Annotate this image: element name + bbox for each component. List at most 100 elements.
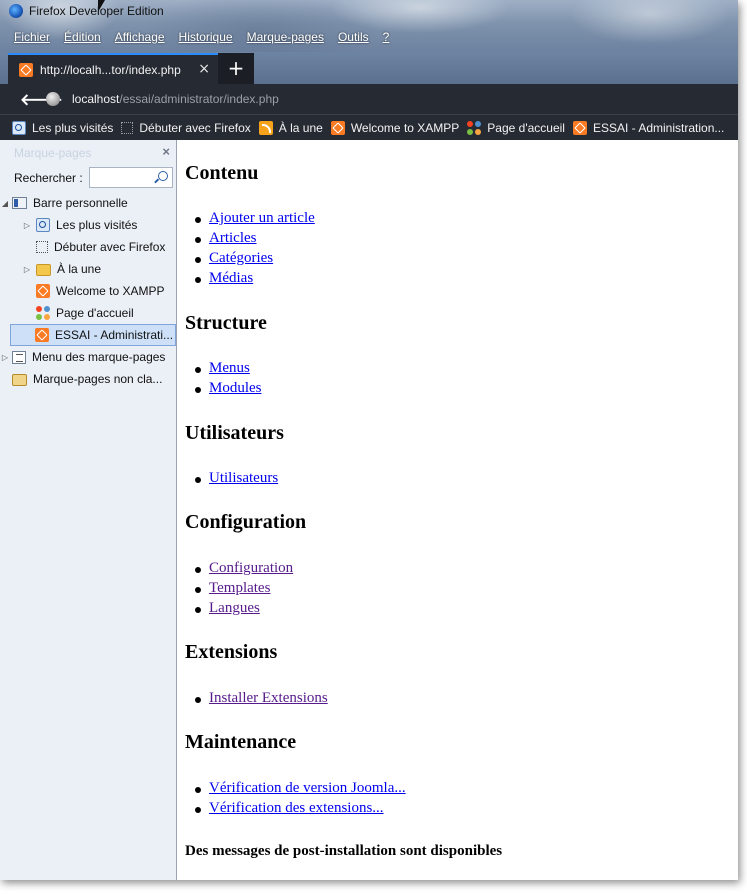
search-label: Rechercher : — [14, 171, 83, 185]
title-bar[interactable]: Firefox Developer Edition Fichier Éditio… — [0, 0, 738, 52]
list-item: Configuration — [194, 560, 293, 580]
list-item: Médias — [195, 270, 315, 290]
bookmark-debuter-avec-firefox[interactable]: Débuter avec Firefox — [121, 121, 251, 135]
list-item: Catégories — [195, 250, 315, 270]
section-list-structure: Menus Modules — [195, 360, 262, 400]
link-verification-version-joomla[interactable]: Vérification de version Joomla... — [209, 780, 406, 796]
list-item: Menus — [195, 360, 262, 380]
section-list-configuration: Configuration Templates Langues — [194, 560, 293, 620]
expanded-arrow-icon[interactable]: ◢ — [0, 199, 10, 208]
menu-bar: Fichier Édition Affichage Historique Mar… — [0, 30, 389, 48]
search-icon[interactable] — [158, 171, 168, 181]
menu-affichage[interactable]: Affichage — [115, 30, 165, 48]
link-menus[interactable]: Menus — [209, 360, 250, 376]
sidebar-title: Marque-pages — [14, 146, 92, 160]
link-modules[interactable]: Modules — [209, 380, 262, 396]
window-title: Firefox Developer Edition — [29, 4, 164, 18]
tree-item-barre-personnelle[interactable]: ◢ Barre personnelle — [0, 192, 176, 214]
xampp-icon — [35, 328, 49, 342]
section-list-extensions: Installer Extensions — [195, 690, 328, 710]
section-list-contenu: Ajouter un article Articles Catégories M… — [195, 210, 315, 290]
list-item: Modules — [195, 380, 262, 400]
rss-icon — [258, 120, 273, 135]
list-item: Templates — [194, 580, 293, 600]
list-item: Ajouter un article — [195, 210, 315, 230]
tree-item-page-d-accueil[interactable]: Page d'accueil — [0, 302, 176, 324]
collapsed-arrow-icon[interactable]: ▷ — [0, 353, 10, 362]
link-ajouter-un-article[interactable]: Ajouter un article — [209, 210, 315, 226]
section-heading-configuration: Configuration — [185, 511, 307, 533]
page-icon — [121, 121, 134, 134]
link-configuration[interactable]: Configuration — [209, 560, 293, 576]
bookmarks-sidebar: Marque-pages × Rechercher : ◢ Barre pers… — [0, 140, 177, 880]
link-categories[interactable]: Catégories — [209, 250, 273, 266]
url-path: /essai/administrator/index.php — [119, 92, 279, 106]
firefox-logo-icon — [9, 4, 23, 18]
navigation-bar: 🡐 localhost/essai/administrator/index.ph… — [0, 84, 738, 114]
xampp-icon — [19, 62, 33, 77]
bookmark-page-d-accueil[interactable]: Page d'accueil — [467, 120, 565, 135]
back-arrow-icon[interactable]: 🡐 — [20, 89, 63, 109]
link-installer-extensions[interactable]: Installer Extensions — [209, 690, 328, 706]
tree-item-debuter-avec-firefox[interactable]: Débuter avec Firefox — [0, 236, 176, 258]
url-bar[interactable]: localhost/essai/administrator/index.php — [72, 92, 279, 106]
xampp-icon — [36, 284, 50, 298]
list-item: Langues — [194, 600, 293, 620]
toolbar-folder-icon — [12, 197, 27, 209]
link-verification-extensions[interactable]: Vérification des extensions... — [209, 800, 384, 816]
link-langues[interactable]: Langues — [209, 600, 260, 616]
tree-item-a-la-une[interactable]: ▷ À la une — [0, 258, 176, 280]
tree-item-essai-administration[interactable]: ESSAI - Administrati... — [10, 324, 176, 346]
mouse-cursor-icon — [98, 0, 105, 12]
globe-icon[interactable] — [46, 92, 60, 106]
menu-marque-pages[interactable]: Marque-pages — [247, 30, 324, 48]
menu-fichier[interactable]: Fichier — [14, 30, 50, 48]
bookmark-a-la-une[interactable]: À la une — [258, 120, 323, 135]
close-tab-icon[interactable]: × — [198, 61, 210, 77]
bookmark-essai-administration[interactable]: ESSAI - Administration... — [572, 120, 724, 135]
tree-item-les-plus-visites[interactable]: ▷ Les plus visités — [0, 214, 176, 236]
section-list-utilisateurs: Utilisateurs — [194, 470, 278, 490]
section-heading-maintenance: Maintenance — [185, 731, 297, 753]
tab-strip: http://localh...tor/index.php × + — [0, 52, 738, 84]
bookmarks-toolbar: Les plus visités Débuter avec Firefox À … — [0, 114, 738, 140]
tab-active[interactable]: http://localh...tor/index.php × — [8, 53, 218, 84]
bookmark-les-plus-visites[interactable]: Les plus visités — [12, 120, 113, 135]
menu-aide[interactable]: ? — [383, 30, 390, 48]
section-list-maintenance: Vérification de version Joomla... Vérifi… — [195, 780, 406, 820]
xampp-icon — [330, 120, 345, 135]
collapsed-arrow-icon[interactable]: ▷ — [22, 221, 32, 230]
xampp-icon — [572, 120, 587, 135]
tree-item-welcome-to-xampp[interactable]: Welcome to XAMPP — [0, 280, 176, 302]
search-input[interactable] — [89, 167, 173, 188]
bookmarks-menu-icon — [12, 350, 26, 364]
most-visited-icon — [12, 120, 26, 135]
joomla-icon — [467, 120, 482, 135]
section-heading-utilisateurs: Utilisateurs — [185, 422, 284, 444]
list-item: Vérification des extensions... — [195, 800, 406, 820]
menu-edition[interactable]: Édition — [64, 30, 101, 48]
menu-historique[interactable]: Historique — [179, 30, 233, 48]
link-utilisateurs[interactable]: Utilisateurs — [209, 470, 278, 486]
new-tab-button[interactable]: + — [218, 53, 254, 84]
collapsed-arrow-icon[interactable]: ▷ — [22, 265, 32, 274]
list-item: Installer Extensions — [195, 690, 328, 710]
section-heading-structure: Structure — [185, 312, 267, 334]
tree-item-marque-pages-non-classes[interactable]: Marque-pages non cla... — [0, 368, 176, 390]
menu-outils[interactable]: Outils — [338, 30, 369, 48]
page-content: Contenu Ajouter un article Articles Caté… — [178, 140, 738, 880]
link-medias[interactable]: Médias — [209, 270, 253, 286]
bookmark-welcome-to-xampp[interactable]: Welcome to XAMPP — [330, 120, 459, 135]
folder-icon — [36, 264, 51, 276]
tab-title: http://localh...tor/index.php — [40, 62, 181, 77]
link-templates[interactable]: Templates — [209, 580, 270, 596]
tree-item-menu-des-marque-pages[interactable]: ▷ Menu des marque-pages — [0, 346, 176, 368]
joomla-icon — [36, 306, 50, 320]
most-visited-icon — [36, 218, 50, 232]
page-icon — [36, 241, 48, 253]
close-icon[interactable]: × — [162, 144, 170, 159]
post-installation-message: Des messages de post-installation sont d… — [185, 843, 503, 859]
browser-window: Firefox Developer Edition Fichier Éditio… — [0, 0, 738, 880]
link-articles[interactable]: Articles — [209, 230, 256, 246]
section-heading-contenu: Contenu — [185, 162, 259, 184]
